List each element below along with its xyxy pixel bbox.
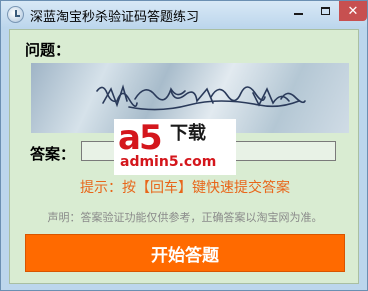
minimize-button[interactable]	[285, 1, 312, 21]
title-bar[interactable]: 深蓝淘宝秒杀验证码答题练习 ✕	[1, 1, 367, 28]
maximize-button[interactable]	[312, 1, 339, 21]
watermark-brand-suffix: 下载	[170, 123, 206, 144]
minimize-icon	[294, 13, 303, 15]
close-button[interactable]: ✕	[339, 1, 367, 21]
answer-label: 答案：	[30, 145, 76, 163]
start-button[interactable]: 开始答题	[25, 234, 345, 272]
window-title: 深蓝淘宝秒杀验证码答题练习	[30, 10, 200, 25]
watermark-brand: a5	[118, 118, 163, 158]
maximize-icon	[321, 7, 330, 15]
watermark-logo: a5 下载 admin5.com	[114, 119, 236, 175]
hint-text: 提示：按【回车】键快速提交答案	[80, 180, 290, 196]
app-window: 深蓝淘宝秒杀验证码答题练习 ✕ 问题： 答案： a5 下载 admin5.com…	[0, 0, 368, 291]
question-label: 问题：	[25, 41, 71, 59]
clock-icon	[7, 6, 24, 23]
close-icon: ✕	[347, 3, 359, 19]
disclaimer-text: 声明：答案验证功能仅供参考，正确答案以淘宝网为准。	[47, 211, 323, 224]
watermark-url: admin5.com	[120, 154, 217, 170]
